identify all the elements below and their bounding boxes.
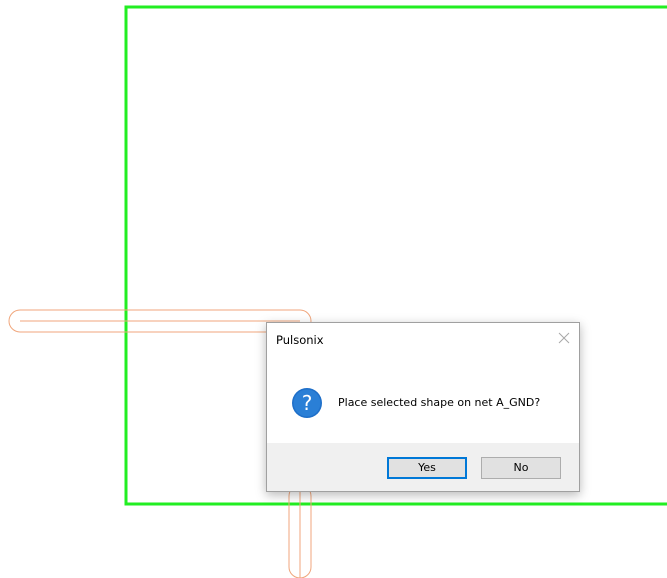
question-icon: ? — [291, 387, 323, 419]
svg-text:?: ? — [302, 391, 313, 415]
dialog-message: Place selected shape on net A_GND? — [338, 396, 541, 409]
close-icon[interactable] — [556, 330, 572, 346]
vertical-track[interactable] — [288, 484, 312, 578]
yes-button[interactable]: Yes — [387, 457, 467, 479]
confirm-dialog: Pulsonix ? Place selected shape on net A… — [266, 322, 580, 492]
dialog-body: ? Place selected shape on net A_GND? — [267, 356, 579, 446]
no-button[interactable]: No — [481, 457, 561, 479]
dialog-footer: Yes No — [267, 443, 579, 491]
dialog-title: Pulsonix — [276, 333, 324, 347]
